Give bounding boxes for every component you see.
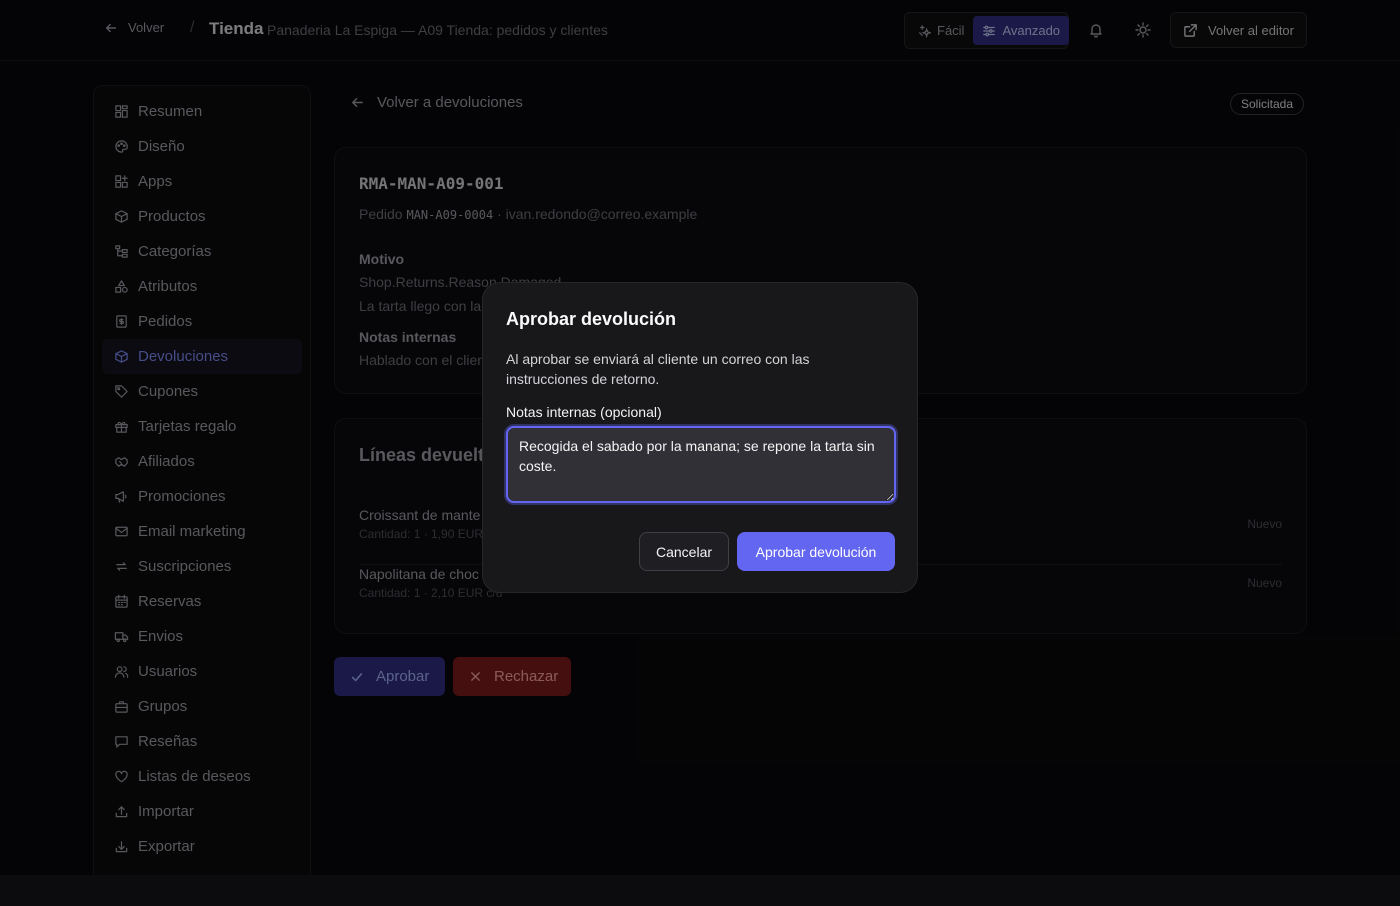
dialog-title: Aprobar devolución (506, 309, 677, 329)
dialog-description: Al aprobar se enviará al cliente un corr… (506, 351, 810, 387)
internal-notes-textarea[interactable]: Recogida el sabado por la manana; se rep… (506, 426, 896, 503)
internal-notes-label: Notas internas (opcional) (506, 404, 662, 420)
confirm-approve-button[interactable]: Aprobar devolución (737, 532, 895, 571)
approve-return-dialog: Aprobar devolución Al aprobar se enviará… (482, 282, 918, 593)
cancel-button[interactable]: Cancelar (639, 532, 729, 571)
bottom-strip (0, 875, 1400, 906)
